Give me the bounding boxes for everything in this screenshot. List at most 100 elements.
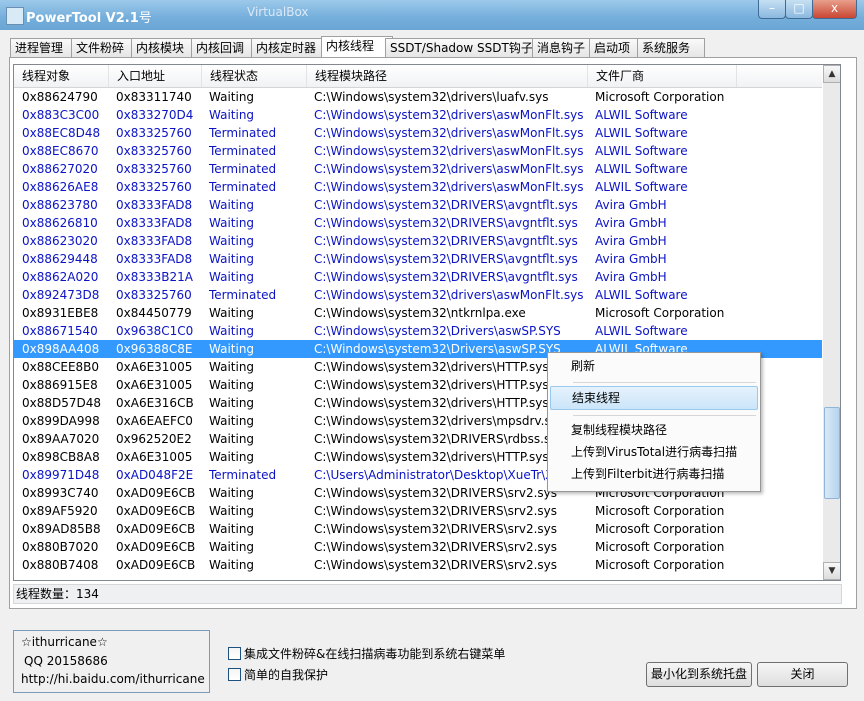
vendor-cell: ALWIL Software	[595, 288, 688, 302]
vendor-cell: Microsoft Corporation	[595, 522, 725, 536]
module-path-cell: C:\Windows\system32\DRIVERS\rdbss.sys	[314, 432, 564, 446]
table-row[interactable]: 0x8862A020 0x8333B21A Waiting C:\Windows\sy…	[14, 268, 822, 286]
author-name: ☆ithurricane☆	[21, 635, 108, 649]
table-row[interactable]: 0x88EC8D48 0x83325760 Terminated C:\Windows…	[14, 124, 822, 142]
list-body: 0x88624790 0x83311740 Waiting C:\Windows\sy…	[14, 88, 822, 574]
table-row[interactable]: 0x88EC8670 0x83325760 Terminated C:\Windows…	[14, 142, 822, 160]
entry-address-cell: 0x8333FAD8	[116, 234, 193, 248]
thread-object-cell: 0x8931EBE8	[22, 306, 99, 320]
thread-list[interactable]: 线程对象 入口地址 线程状态 线程模块路径 文件厂商 0x88624790 0x8…	[13, 64, 841, 581]
table-row[interactable]: 0x88671540 0x9638C1C0 Waiting C:\Windows\sy…	[14, 322, 822, 340]
module-path-cell: C:\Windows\system32\drivers\luafv.sys	[314, 90, 549, 104]
tab-kernel-threads[interactable]: 内核线程	[321, 36, 393, 59]
column-header-vendor[interactable]: 文件厂商	[588, 65, 737, 87]
tab-system-services[interactable]: 系统服务	[637, 38, 705, 58]
entry-address-cell: 0xA6E31005	[116, 360, 193, 374]
thread-object-cell: 0x89971D48	[22, 468, 100, 482]
thread-object-cell: 0x8862A020	[22, 270, 99, 284]
column-header-module-path[interactable]: 线程模块路径	[307, 65, 588, 87]
module-path-cell: C:\Windows\system32\drivers\aswMonFlt.sy…	[314, 144, 584, 158]
tab-kernel-callbacks[interactable]: 内核回调	[191, 38, 259, 58]
close-button[interactable]: 关闭	[757, 662, 848, 687]
menu-item-copy-module-path[interactable]: 复制线程模块路径	[548, 419, 760, 441]
thread-state-cell: Waiting	[209, 504, 255, 518]
vendor-cell: Microsoft Corporation	[595, 504, 725, 518]
column-header-thread-object[interactable]: 线程对象	[14, 65, 109, 87]
thread-state-cell: Waiting	[209, 90, 255, 104]
tab-startup-items[interactable]: 启动项	[589, 38, 643, 58]
scroll-down-arrow[interactable]: ▼	[823, 562, 840, 580]
table-row[interactable]: 0x88623020 0x8333FAD8 Waiting C:\Windows\sy…	[14, 232, 822, 250]
module-path-cell: C:\Windows\system32\drivers\HTTP.sys	[314, 396, 549, 410]
vertical-scrollbar[interactable]: ▲ ▼	[823, 65, 840, 580]
menu-item-upload-virustotal[interactable]: 上传到VirusTotal进行病毒扫描	[548, 441, 760, 463]
table-row[interactable]: 0x88626810 0x8333FAD8 Waiting C:\Windows\sy…	[14, 214, 822, 232]
tab-message-hooks[interactable]: 消息钩子	[532, 38, 596, 58]
shell-menu-checkbox[interactable]	[228, 647, 241, 660]
module-path-cell: C:\Windows\system32\DRIVERS\srv2.sys	[314, 486, 558, 500]
table-row[interactable]: 0x892473D8 0x83325760 Terminated C:\Windows…	[14, 286, 822, 304]
powertool-window: PowerTool V2.1号 VirtualBox – □ x 进程管理 文件…	[0, 0, 864, 701]
thread-object-cell: 0x88D57D48	[22, 396, 102, 410]
thread-object-cell: 0x88626AE8	[22, 180, 99, 194]
menu-item-upload-filterbit[interactable]: 上传到Filterbit进行病毒扫描	[548, 463, 760, 485]
thread-state-cell: Waiting	[209, 414, 255, 428]
self-protect-label[interactable]: 简单的自我保护	[244, 666, 328, 683]
table-row[interactable]: 0x88627020 0x83325760 Terminated C:\Windows…	[14, 160, 822, 178]
module-path-cell: C:\Windows\system32\DRIVERS\avgntflt.sys	[314, 216, 578, 230]
tab-file-shredder[interactable]: 文件粉碎	[71, 38, 139, 58]
table-row[interactable]: 0x883C3C00 0x833270D4 Waiting C:\Windows\sy…	[14, 106, 822, 124]
about-box: ☆ithurricane☆ QQ 20158686 http://hi.baid…	[13, 630, 210, 693]
thread-state-cell: Terminated	[209, 180, 277, 194]
tab-ssdt-hooks[interactable]: SSDT/Shadow SSDT钩子	[385, 38, 539, 58]
table-row[interactable]: 0x880B7408 0xAD09E6CB Waiting C:\Windows\sy…	[14, 556, 822, 574]
table-row[interactable]: 0x89AD85B8 0xAD09E6CB Waiting C:\Windows\sy…	[14, 520, 822, 538]
module-path-cell: C:\Windows\system32\DRIVERS\srv2.sys	[314, 540, 558, 554]
column-header-thread-state[interactable]: 线程状态	[202, 65, 307, 87]
maximize-button[interactable]: □	[785, 0, 813, 19]
module-path-cell: C:\Windows\system32\drivers\aswMonFlt.sy…	[314, 126, 584, 140]
minimize-to-tray-button[interactable]: 最小化到系统托盘	[646, 662, 752, 687]
module-path-cell: C:\Windows\system32\drivers\HTTP.sys	[314, 378, 549, 392]
thread-object-cell: 0x883C3C00	[22, 108, 100, 122]
thread-object-cell: 0x880B7408	[22, 558, 99, 572]
table-row[interactable]: 0x88629448 0x8333FAD8 Waiting C:\Windows\sy…	[14, 250, 822, 268]
table-row[interactable]: 0x88626AE8 0x83325760 Terminated C:\Windows…	[14, 178, 822, 196]
menu-item-terminate-thread[interactable]: 结束线程	[550, 386, 758, 410]
column-header-entry-address[interactable]: 入口地址	[109, 65, 202, 87]
self-protect-checkbox[interactable]	[228, 668, 241, 681]
module-path-cell: C:\Windows\system32\Drivers\aswSP.SYS	[314, 324, 561, 338]
thread-state-cell: Waiting	[209, 342, 255, 356]
window-title: PowerTool V2.1号	[26, 11, 152, 26]
tab-process-manager[interactable]: 进程管理	[10, 38, 78, 58]
scroll-up-arrow[interactable]: ▲	[823, 65, 840, 83]
scroll-thumb[interactable]	[824, 407, 840, 499]
menu-item-refresh[interactable]: 刷新	[548, 355, 760, 377]
minimize-button[interactable]: –	[758, 0, 786, 19]
table-row[interactable]: 0x89AF5920 0xAD09E6CB Waiting C:\Windows\sy…	[14, 502, 822, 520]
title-bar[interactable]: PowerTool V2.1号 VirtualBox – □ x	[0, 0, 864, 30]
table-row[interactable]: 0x880B7020 0xAD09E6CB Waiting C:\Windows\sy…	[14, 538, 822, 556]
tab-kernel-timers[interactable]: 内核定时器	[251, 38, 329, 58]
table-row[interactable]: 0x88624790 0x83311740 Waiting C:\Windows\sy…	[14, 88, 822, 106]
thread-object-cell: 0x89AD85B8	[22, 522, 101, 536]
close-window-button[interactable]: x	[812, 0, 857, 19]
entry-address-cell: 0x83325760	[116, 288, 192, 302]
thread-object-cell: 0x88CEE8B0	[22, 360, 100, 374]
thread-object-cell: 0x8993C740	[22, 486, 99, 500]
vendor-cell: ALWIL Software	[595, 144, 688, 158]
thread-object-cell: 0x88623020	[22, 234, 98, 248]
vendor-cell: Avira GmbH	[595, 198, 667, 212]
shell-menu-label[interactable]: 集成文件粉碎&在线扫描病毒功能到系统右键菜单	[244, 645, 505, 662]
entry-address-cell: 0xAD048F2E	[116, 468, 194, 482]
entry-address-cell: 0x84450779	[116, 306, 192, 320]
module-path-cell: C:\Windows\system32\drivers\HTTP.sys	[314, 360, 549, 374]
vendor-cell: Microsoft Corporation	[595, 90, 725, 104]
thread-count-status: 线程数量：134	[13, 584, 842, 604]
tab-kernel-modules[interactable]: 内核模块	[131, 38, 199, 58]
menu-separator	[573, 382, 756, 383]
table-row[interactable]: 0x88623780 0x8333FAD8 Waiting C:\Windows\sy…	[14, 196, 822, 214]
author-url[interactable]: http://hi.baidu.com/ithurricane	[21, 672, 205, 686]
thread-state-cell: Waiting	[209, 324, 255, 338]
table-row[interactable]: 0x8931EBE8 0x84450779 Waiting C:\Windows\sy…	[14, 304, 822, 322]
